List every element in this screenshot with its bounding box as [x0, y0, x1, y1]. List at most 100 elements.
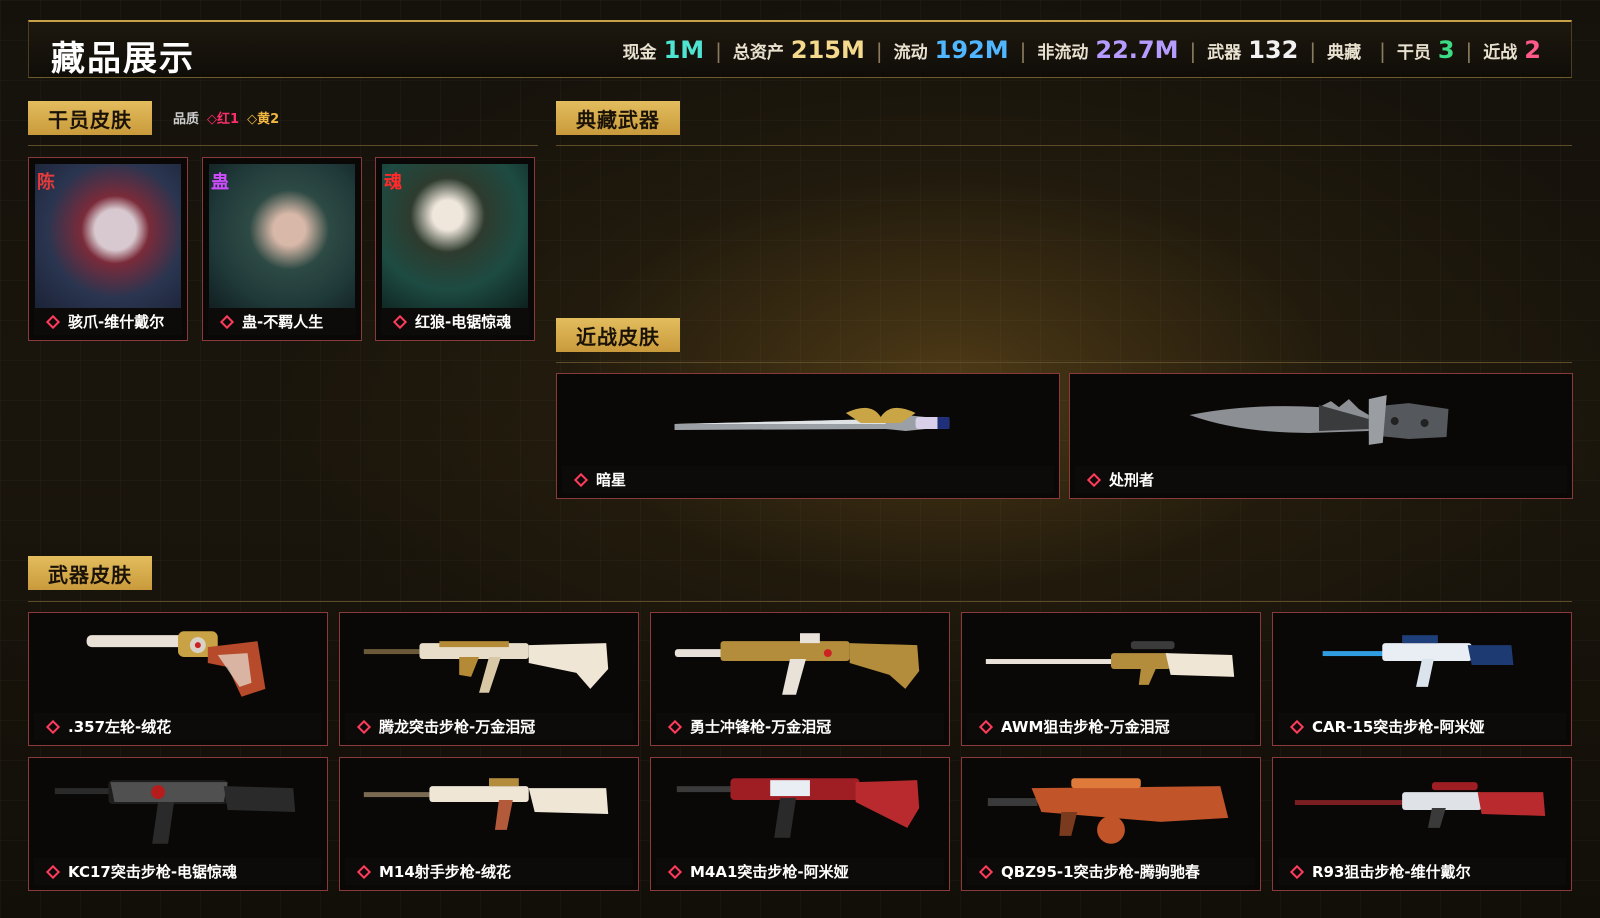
stat-item: 近战 2 [1483, 36, 1541, 64]
stat-separator: | [1379, 39, 1386, 63]
weapon-card[interactable]: CAR-15突击步枪-阿米娅 [1272, 612, 1572, 746]
stat-value: 132 [1248, 36, 1299, 64]
weapon-card[interactable]: AWM狙击步枪-万金泪冠 [961, 612, 1261, 746]
stat-value: 192M [934, 36, 1009, 64]
weapon-label: R93狙击步枪-维什戴尔 [1278, 858, 1566, 885]
melee-section-divider [556, 362, 1572, 363]
stat-value: 1M [663, 36, 705, 64]
stat-separator: | [875, 39, 883, 63]
weapon-card[interactable]: 勇士冲锋枪-万金泪冠 [650, 612, 950, 746]
weapon-card[interactable]: .357左轮-绒花 [28, 612, 328, 746]
operator-section-divider [28, 145, 538, 146]
quality-label: 品质 [173, 112, 200, 127]
stat-separator: | [1189, 39, 1197, 63]
stat-item: 流动 192M [894, 36, 1009, 64]
stat-label: 近战 [1483, 43, 1518, 63]
stat-label: 干员 [1396, 43, 1431, 63]
quality-diamond-icon [45, 719, 61, 734]
collection-section-title: 典藏武器 [556, 101, 680, 135]
stat-item: 非流动 22.7M [1037, 36, 1178, 64]
sniper-icon [985, 641, 1235, 685]
rifle-icon [363, 778, 609, 830]
stats-bar: 现金 1M | 总资产 215M | 流动 192M | 非流动 22.7M | 武器 132 | 典藏 | 干员… [623, 36, 1541, 64]
operator-portrait: 魂 [382, 164, 528, 310]
rifle-icon [1322, 635, 1514, 687]
stat-label: 非流动 [1037, 43, 1089, 63]
operator-portrait: 陈 [35, 164, 181, 310]
weapon-label: QBZ95-1突击步枪-腾驹驰春 [967, 858, 1255, 885]
operator-label: 骇爪-维什戴尔 [34, 308, 182, 335]
weapon-card[interactable]: R93狙击步枪-维什戴尔 [1272, 757, 1572, 891]
melee-card[interactable]: 处刑者 [1069, 373, 1573, 499]
revolver-icon [86, 631, 266, 697]
quality-diamond-icon [978, 719, 994, 734]
weapon-section-divider [28, 601, 1572, 602]
sniper-icon [1294, 782, 1546, 828]
quality-diamond-icon [1289, 719, 1305, 734]
stat-value: 3 [1437, 36, 1455, 64]
weapon-card[interactable]: M14射手步枪-绒花 [339, 757, 639, 891]
weapon-card[interactable]: QBZ95-1突击步枪-腾驹驰春 [961, 757, 1261, 891]
stat-separator: | [1019, 39, 1027, 63]
quality-diamond-icon [45, 864, 61, 879]
rifle-icon [676, 778, 920, 838]
stat-value: 2 [1524, 36, 1541, 64]
quality-filter: 品质 ◇红1 ◇黄2 [173, 108, 279, 127]
quality-yellow-filter[interactable]: ◇黄2 [247, 108, 279, 127]
quality-diamond-icon [978, 864, 994, 879]
stat-value: 22.7M [1095, 36, 1179, 64]
weapon-card[interactable]: M4A1突击步枪-阿米娅 [650, 757, 950, 891]
smg-icon [674, 633, 920, 695]
stat-item: 武器 132 [1207, 36, 1298, 64]
operator-portrait: 蛊 [209, 164, 355, 310]
weapon-label: M14射手步枪-绒花 [345, 858, 633, 885]
weapon-card[interactable]: 腾龙突击步枪-万金泪冠 [339, 612, 639, 746]
melee-label: 暗星 [562, 466, 1054, 493]
combat-knife-icon [1189, 395, 1449, 445]
stat-label: 流动 [893, 43, 928, 63]
rifle-icon [54, 780, 296, 844]
operator-label: 蛊-不羁人生 [208, 308, 356, 335]
quality-diamond-icon [356, 864, 372, 879]
stat-item: 现金 1M [623, 36, 705, 64]
operator-card[interactable]: 陈 骇爪-维什戴尔 [28, 157, 188, 341]
stat-label: 武器 [1207, 43, 1242, 63]
stat-separator: | [715, 39, 722, 63]
knife-icon [674, 407, 950, 431]
quality-diamond-icon [1086, 472, 1102, 487]
quality-diamond-icon [667, 719, 683, 734]
operator-card[interactable]: 蛊 蛊-不羁人生 [202, 157, 362, 341]
operator-card[interactable]: 魂 红狼-电锯惊魂 [375, 157, 535, 341]
stat-value: 215M [790, 36, 865, 64]
stat-item: 典藏 [1327, 38, 1368, 63]
weapon-label: 腾龙突击步枪-万金泪冠 [345, 713, 633, 740]
stat-label: 典藏 [1327, 43, 1362, 63]
header-bar: 藏品展示 现金 1M | 总资产 215M | 流动 192M | 非流动 22.7M | 武器 132 |… [28, 20, 1572, 79]
quality-red-filter[interactable]: ◇红1 [207, 108, 239, 127]
stat-item: 总资产 215M [733, 36, 865, 64]
quality-diamond-icon [667, 864, 683, 879]
stat-item: 干员 3 [1397, 36, 1455, 64]
quality-diamond-icon [45, 314, 61, 329]
stat-label: 现金 [622, 43, 657, 63]
melee-card[interactable]: 暗星 [556, 373, 1060, 499]
rifle-icon [363, 641, 609, 693]
quality-diamond-icon [1289, 864, 1305, 879]
quality-diamond-icon [356, 719, 372, 734]
weapon-label: M4A1突击步枪-阿米娅 [656, 858, 944, 885]
stat-separator: | [1465, 39, 1473, 63]
weapon-section-title: 武器皮肤 [28, 556, 152, 590]
melee-section-title: 近战皮肤 [556, 318, 680, 352]
stat-label: 总资产 [732, 43, 784, 63]
quality-diamond-icon [573, 472, 589, 487]
weapon-label: KC17突击步枪-电锯惊魂 [34, 858, 322, 885]
operator-label: 红狼-电锯惊魂 [381, 308, 529, 335]
quality-diamond-icon [392, 314, 408, 329]
weapon-card[interactable]: KC17突击步枪-电锯惊魂 [28, 757, 328, 891]
rifle-icon [987, 778, 1229, 844]
collection-section-divider [556, 145, 1572, 146]
page-title: 藏品展示 [51, 39, 195, 79]
weapon-label: CAR-15突击步枪-阿米娅 [1278, 713, 1566, 740]
melee-label: 处刑者 [1075, 466, 1567, 493]
operator-section-title: 干员皮肤 [28, 101, 152, 135]
